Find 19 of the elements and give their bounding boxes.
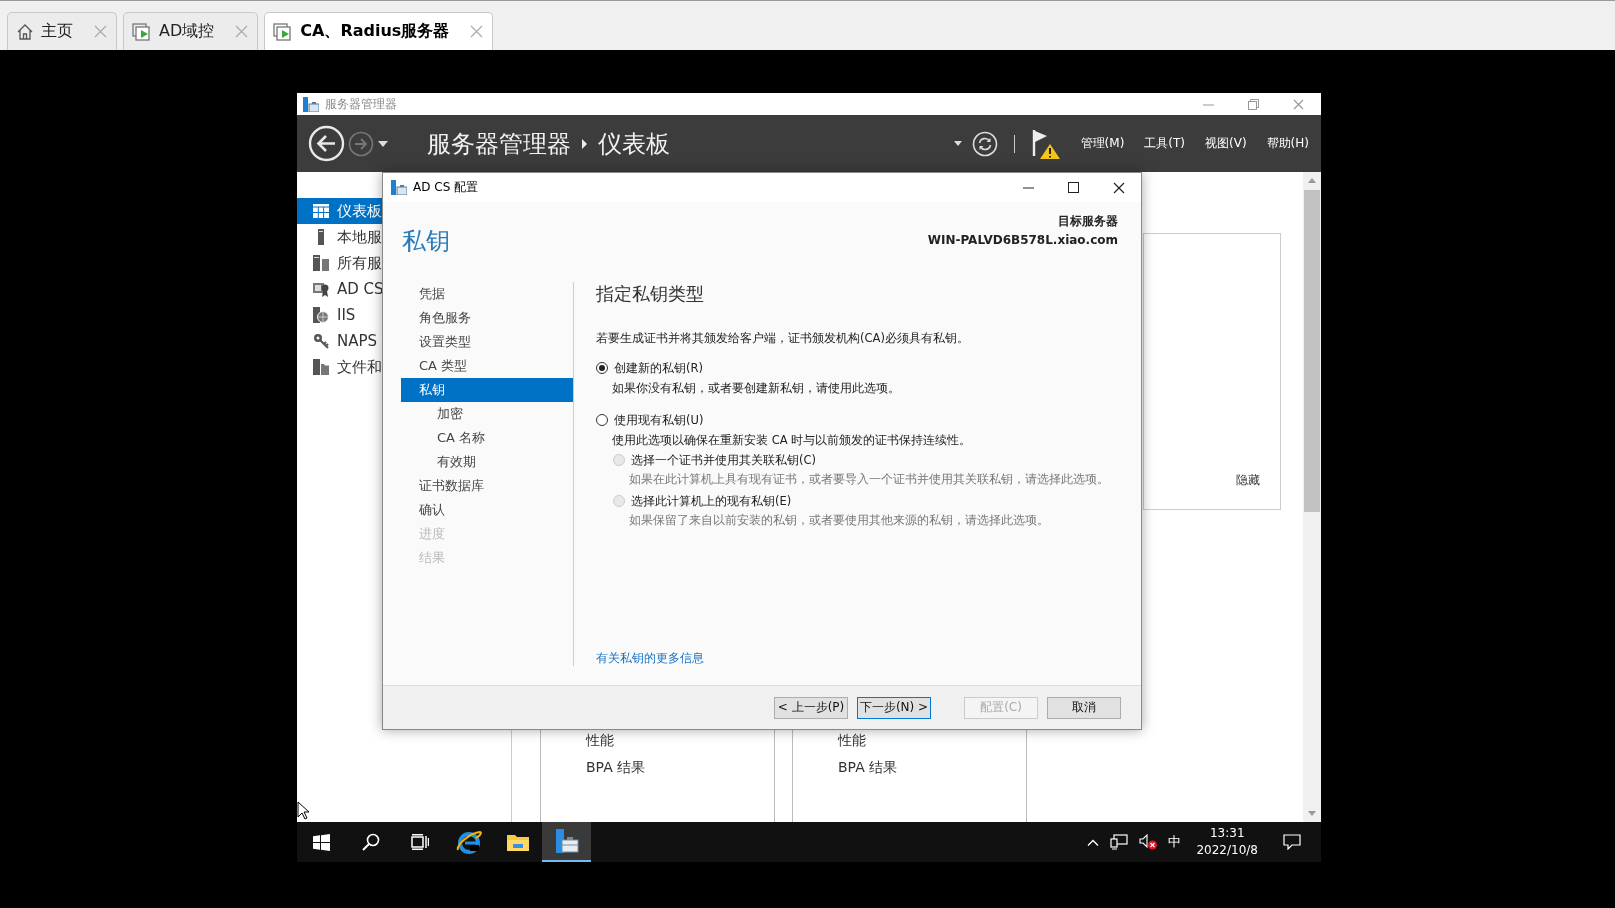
breadcrumb-item: 仪表板	[598, 128, 670, 160]
page-heading: 私钥	[402, 226, 450, 257]
dialog-title: AD CS 配置	[413, 179, 479, 196]
target-server-label: 目标服务器	[1057, 213, 1118, 230]
option-description: 如果保留了来自以前安装的私钥，或者要使用其他来源的私钥，请选择此选项。	[628, 512, 1050, 529]
target-server-name: WIN-PALVD6B578L.xiao.com	[927, 232, 1118, 249]
option-description: 使用此选项以确保在重新安装 CA 时与以前颁发的证书保持连续性。	[611, 432, 973, 449]
wizard-step: 进度	[401, 522, 573, 546]
section-title: 指定私钥类型	[596, 282, 705, 306]
window-title: 服务器管理器	[325, 95, 397, 113]
clock-time: 13:31	[1209, 825, 1245, 842]
radio-label: 选择此计算机上的现有私钥(E)	[631, 493, 792, 509]
option-description: 如果你没有私钥，或者要创建新私钥，请使用此选项。	[611, 380, 901, 397]
description-text: 若要生成证书并将其颁发给客户端，证书颁发机构(CA)必须具有私钥。	[596, 330, 970, 346]
radio-label: 选择一个证书并使用其关联私钥(C)	[631, 452, 816, 468]
option-description: 如果在此计算机上具有现有证书，或者要导入一个证书并使用其关联私钥，请选择此选项。	[628, 471, 1110, 488]
dialog-button: 配置(C)	[964, 696, 1038, 719]
clock-date: 2022/10/8	[1196, 842, 1258, 859]
wizard-step: 结果	[401, 546, 573, 570]
